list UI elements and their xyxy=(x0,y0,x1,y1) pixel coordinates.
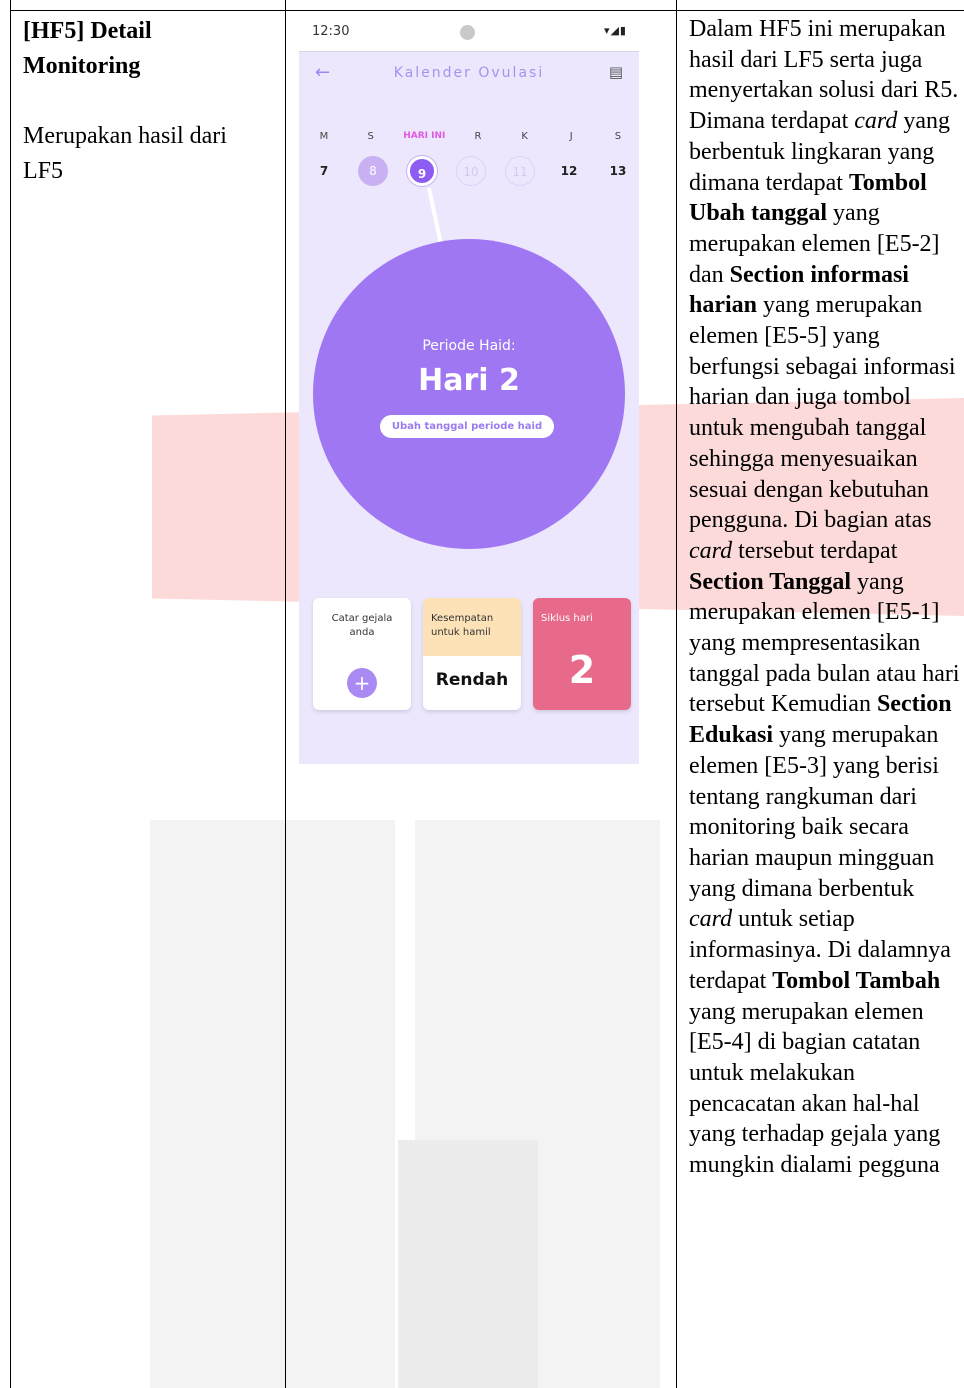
period-circle-card: Periode Haid: Hari 2 Ubah tanggal period… xyxy=(313,239,625,549)
cycle-day-value: 2 xyxy=(568,648,596,692)
weekday-label: J xyxy=(569,131,573,142)
period-day-value: Hari 2 xyxy=(418,363,520,398)
app-bar: ← Kalender Ovulasi ▤ xyxy=(299,51,639,96)
date-row: 7 8 9 10 11 12 13 xyxy=(309,156,633,186)
weekday-label: S xyxy=(614,131,622,142)
date-item[interactable]: 13 xyxy=(603,156,633,186)
weekday-row: M S HARI INI R K J S xyxy=(309,131,633,142)
pregnancy-chance-value: Rendah xyxy=(435,670,509,690)
table-divider-2 xyxy=(676,0,677,1388)
date-item[interactable]: 7 xyxy=(309,156,339,186)
cycle-day-card: Siklus hari 2 xyxy=(533,598,631,710)
symptom-card-label: Catar gejala anda xyxy=(331,613,393,638)
change-period-date-button[interactable]: Ubah tanggal periode haid xyxy=(380,415,554,438)
emphasis-text: card xyxy=(854,108,898,135)
date-item[interactable]: 8 xyxy=(358,156,388,186)
date-item[interactable]: 10 xyxy=(456,156,486,186)
feature-title: [HF5] Detail Monitoring xyxy=(23,18,152,79)
date-item[interactable]: 12 xyxy=(554,156,584,186)
explanation-text: yang merupakan elemen [E5-4] di bagian c… xyxy=(689,998,941,1179)
status-time: 12:30 xyxy=(312,24,350,39)
date-item-selected[interactable]: 9 xyxy=(407,156,437,186)
date-item[interactable]: 11 xyxy=(505,156,535,186)
feature-description: Merupakan hasil dari LF5 xyxy=(23,123,227,184)
weekday-label: K xyxy=(521,131,528,142)
phone-screenshot: 12:30 ▾◢▮ ← Kalender Ovulasi ▤ M S HARI … xyxy=(299,13,639,764)
symptom-card[interactable]: Catar gejala anda + xyxy=(313,598,411,710)
watermark-logo-stem xyxy=(398,1140,538,1388)
weekday-label: S xyxy=(367,131,374,142)
emphasis-text: card xyxy=(689,906,733,933)
period-label: Periode Haid: xyxy=(422,338,516,354)
bold-term: Tombol Tambah xyxy=(772,967,941,994)
pregnancy-chance-label: Kesempatan untuk hamil xyxy=(431,613,494,638)
book-icon[interactable]: ▤ xyxy=(609,63,623,81)
table-border-left xyxy=(10,0,11,1388)
add-icon[interactable]: + xyxy=(347,668,377,698)
feature-cell: [HF5] Detail Monitoring Merupakan hasil … xyxy=(23,14,268,189)
weekday-today-label: HARI INI xyxy=(403,131,446,141)
weekday-label: M xyxy=(319,131,329,142)
date-pointer xyxy=(427,187,443,244)
watermark-logo xyxy=(150,820,660,1388)
explanation-text: tersebut terdapat xyxy=(732,537,898,564)
emphasis-text: card xyxy=(689,537,733,564)
pregnancy-chance-card: Kesempatan untuk hamil Rendah xyxy=(423,598,521,710)
signal-battery-icon: ▾◢▮ xyxy=(603,24,627,37)
table-divider-1 xyxy=(285,0,286,1388)
app-title: Kalender Ovulasi xyxy=(393,65,545,81)
info-cards: Catar gejala anda + Kesempatan untuk ham… xyxy=(313,598,631,710)
bold-term: Section Tanggal xyxy=(689,568,852,595)
weekday-label: R xyxy=(474,131,482,142)
cycle-day-label: Siklus hari xyxy=(541,613,593,624)
camera-icon xyxy=(460,25,475,40)
table-top-border xyxy=(10,10,964,11)
explanation-text: yang merupakan elemen [E5-5] yang berfun… xyxy=(689,292,956,534)
status-bar: 12:30 ▾◢▮ xyxy=(299,13,639,51)
explanation-cell: Dalam HF5 ini merupakan hasil dari LF5 s… xyxy=(689,14,961,1181)
explanation-text: yang merupakan elemen [E5-3] yang berisi… xyxy=(689,722,939,902)
